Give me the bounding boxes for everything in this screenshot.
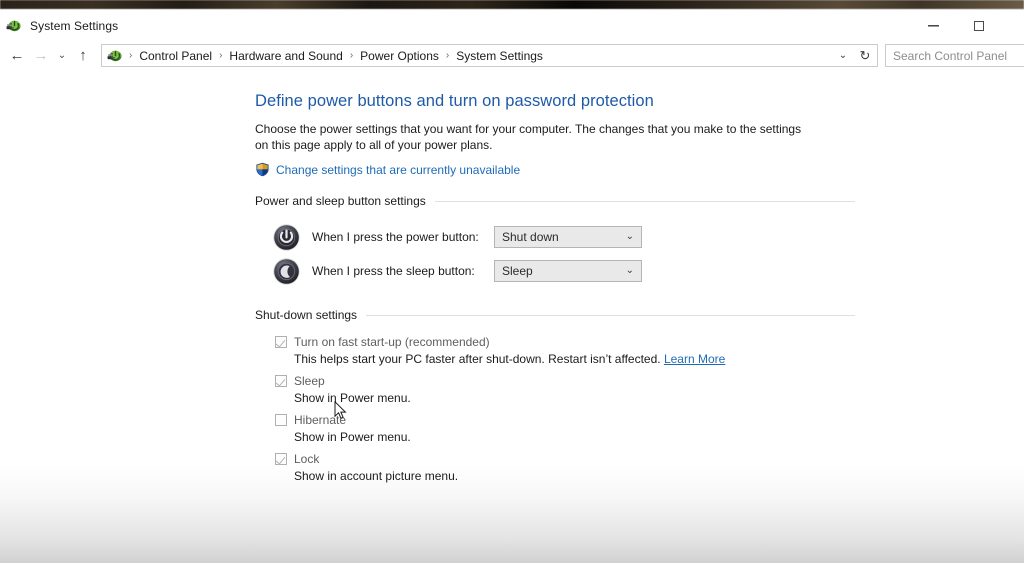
breadcrumb-separator: › <box>445 49 450 61</box>
up-button[interactable]: ↑ <box>71 44 95 68</box>
breadcrumb-separator: › <box>219 49 223 61</box>
power-sleep-section-title: Power and sleep button settings <box>255 194 426 208</box>
desktop-background-strip <box>0 0 1024 9</box>
lock-option-label: Lock <box>294 452 320 466</box>
sleep-option-label: Sleep <box>294 374 325 388</box>
sleep-button-setting-row: When I press the sleep button: Sleep ⌄ <box>273 254 855 288</box>
content-area: Define power buttons and turn on passwor… <box>0 70 1024 563</box>
minimize-button[interactable] <box>910 10 956 41</box>
power-button-action-select[interactable]: Shut down ⌄ <box>494 226 642 248</box>
address-bar[interactable]: › Control Panel › Hardware and Sound › P… <box>101 44 878 67</box>
navigation-bar: ← → ⌄ ↑ › Control Panel › Hardware and S… <box>0 41 1024 70</box>
window-title: System Settings <box>30 18 119 33</box>
change-unavailable-settings-link[interactable]: Change settings that are currently unava… <box>276 163 520 177</box>
breadcrumb-item-power-options[interactable]: Power Options <box>359 49 440 63</box>
hibernate-option-row[interactable]: Hibernate <box>275 412 855 428</box>
hibernate-option-description: Show in Power menu. <box>294 430 411 444</box>
hibernate-option-label: Hibernate <box>294 413 347 427</box>
forward-button[interactable]: → <box>29 44 53 68</box>
up-arrow-icon: ↑ <box>79 47 87 64</box>
chevron-down-icon: ⌄ <box>625 231 634 242</box>
sleep-moon-icon <box>273 257 300 285</box>
hibernate-option-checkbox[interactable] <box>275 414 287 426</box>
learn-more-link[interactable]: Learn More <box>664 352 725 366</box>
fast-startup-row[interactable]: Turn on fast start-up (recommended) <box>275 334 855 350</box>
back-button[interactable]: ← <box>5 44 29 68</box>
power-button-action-value: Shut down <box>502 230 559 244</box>
refresh-icon: ↻ <box>859 47 871 63</box>
lock-option-description: Show in account picture menu. <box>294 469 459 483</box>
control-panel-power-icon <box>6 18 22 34</box>
breadcrumb-item-system-settings[interactable]: System Settings <box>455 49 544 63</box>
recent-locations-button[interactable]: ⌄ <box>53 44 71 68</box>
shutdown-section-title: Shut-down settings <box>255 308 358 322</box>
section-divider <box>434 200 855 202</box>
fast-startup-description-text: This helps start your PC faster after sh… <box>294 352 664 366</box>
page-description: Choose the power settings that you want … <box>255 122 802 152</box>
breadcrumb-separator: › <box>129 49 133 61</box>
maximize-button[interactable] <box>956 10 1002 41</box>
sleep-option-row[interactable]: Sleep <box>275 373 855 389</box>
sleep-option-description: Show in Power menu. <box>294 391 411 405</box>
caption-button-group <box>910 10 1024 41</box>
fast-startup-description: This helps start your PC faster after sh… <box>294 351 855 367</box>
sleep-button-action-select[interactable]: Sleep ⌄ <box>494 260 642 282</box>
shutdown-section-header: Shut-down settings <box>255 308 855 322</box>
section-divider <box>366 314 855 316</box>
chevron-down-icon: ⌄ <box>57 49 67 61</box>
page-title: Define power buttons and turn on passwor… <box>255 92 654 110</box>
power-button-icon <box>273 223 300 251</box>
search-box[interactable]: Search Control Panel <box>885 44 1024 67</box>
chevron-down-icon: ⌄ <box>838 50 848 61</box>
fast-startup-label: Turn on fast start-up (recommended) <box>294 335 490 349</box>
power-button-setting-row: When I press the power button: Shut down… <box>273 220 855 254</box>
refresh-button[interactable]: ↻ <box>855 45 875 66</box>
minimize-icon <box>927 25 939 26</box>
close-button[interactable] <box>1002 10 1024 41</box>
system-settings-window: System Settings ← → ⌄ ↑ › Control Panel … <box>0 9 1024 563</box>
forward-arrow-icon: → <box>33 47 49 64</box>
power-button-setting-label: When I press the power button: <box>312 230 479 244</box>
sleep-option-checkbox[interactable] <box>275 375 287 387</box>
breadcrumb-item-control-panel[interactable]: Control Panel <box>138 49 213 63</box>
change-settings-row[interactable]: Change settings that are currently unava… <box>255 162 855 177</box>
uac-shield-icon <box>255 162 270 177</box>
breadcrumb-separator: › <box>349 49 354 61</box>
fast-startup-checkbox[interactable] <box>275 336 287 348</box>
title-bar: System Settings <box>0 10 1024 41</box>
sleep-button-action-value: Sleep <box>502 264 533 278</box>
back-arrow-icon: ← <box>9 47 25 64</box>
control-panel-power-icon <box>107 48 123 64</box>
lock-option-row[interactable]: Lock <box>275 451 855 467</box>
shutdown-settings-section: Shut-down settings Turn on fast start-up… <box>255 308 855 484</box>
lock-option-checkbox[interactable] <box>275 453 287 465</box>
power-sleep-section-header: Power and sleep button settings <box>255 194 855 208</box>
sleep-button-setting-label: When I press the sleep button: <box>312 264 475 278</box>
settings-page: Define power buttons and turn on passwor… <box>255 92 855 490</box>
chevron-down-icon: ⌄ <box>625 265 634 276</box>
breadcrumb-item-hardware-and-sound[interactable]: Hardware and Sound <box>228 49 343 63</box>
address-dropdown-button[interactable]: ⌄ <box>833 45 853 66</box>
search-input-placeholder: Search Control Panel <box>893 48 1008 63</box>
maximize-icon <box>974 20 984 31</box>
